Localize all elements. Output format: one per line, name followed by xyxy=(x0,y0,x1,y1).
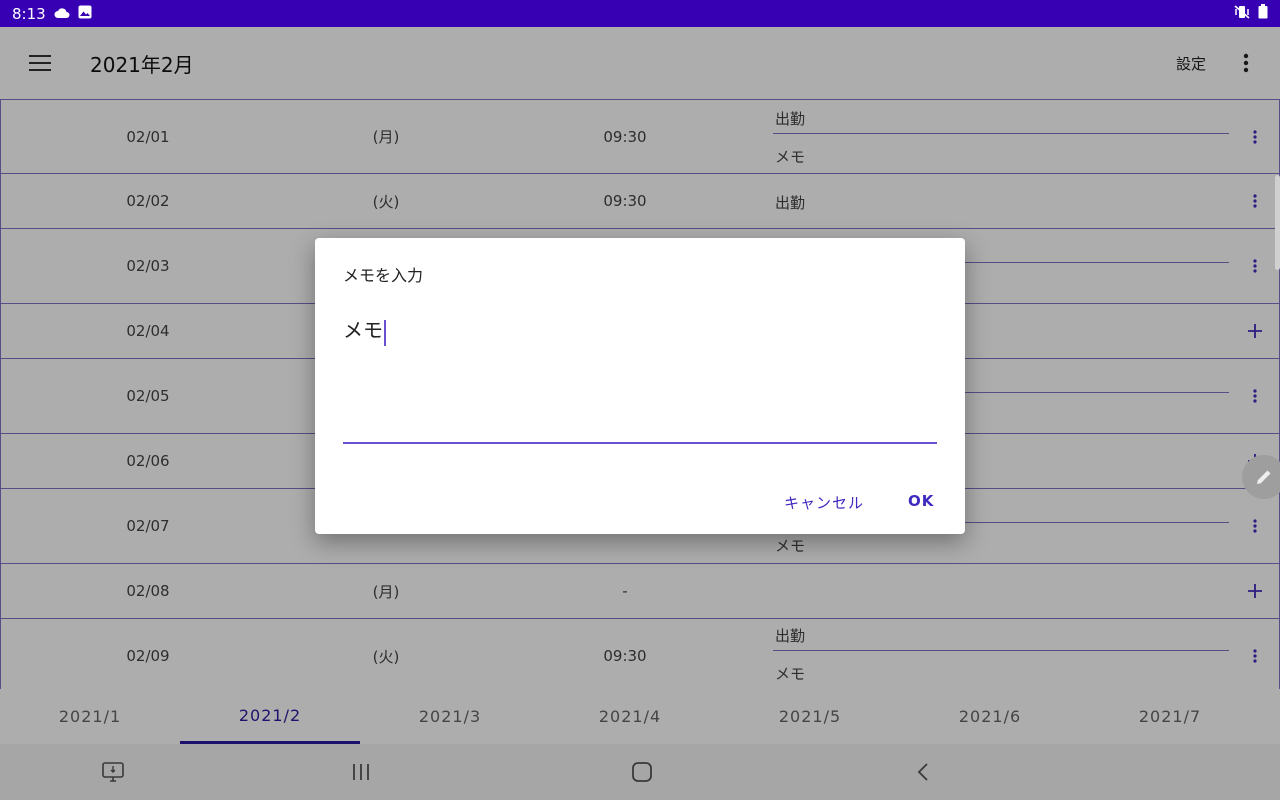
scroll-indicator[interactable] xyxy=(1275,175,1280,270)
cloud-icon xyxy=(54,5,70,23)
dialog-title: メモを入力 xyxy=(343,266,424,285)
edit-fab[interactable] xyxy=(1242,455,1280,499)
vibrate-mute-icon xyxy=(1234,4,1250,23)
gallery-icon xyxy=(78,5,92,23)
text-cursor xyxy=(384,319,386,346)
status-right xyxy=(1234,4,1268,23)
status-time: 8:13 xyxy=(12,4,46,23)
status-left: 8:13 xyxy=(12,5,92,23)
cancel-button[interactable]: キャンセル xyxy=(784,492,864,513)
memo-input-value: メモ xyxy=(343,318,383,342)
battery-icon xyxy=(1258,4,1268,23)
pencil-icon xyxy=(1257,470,1271,484)
ok-button[interactable]: OK xyxy=(908,492,934,510)
memo-input[interactable]: メモ xyxy=(343,312,937,444)
status-bar: 8:13 xyxy=(0,0,1280,27)
memo-dialog: メモを入力 メモ キャンセル OK xyxy=(315,238,965,534)
